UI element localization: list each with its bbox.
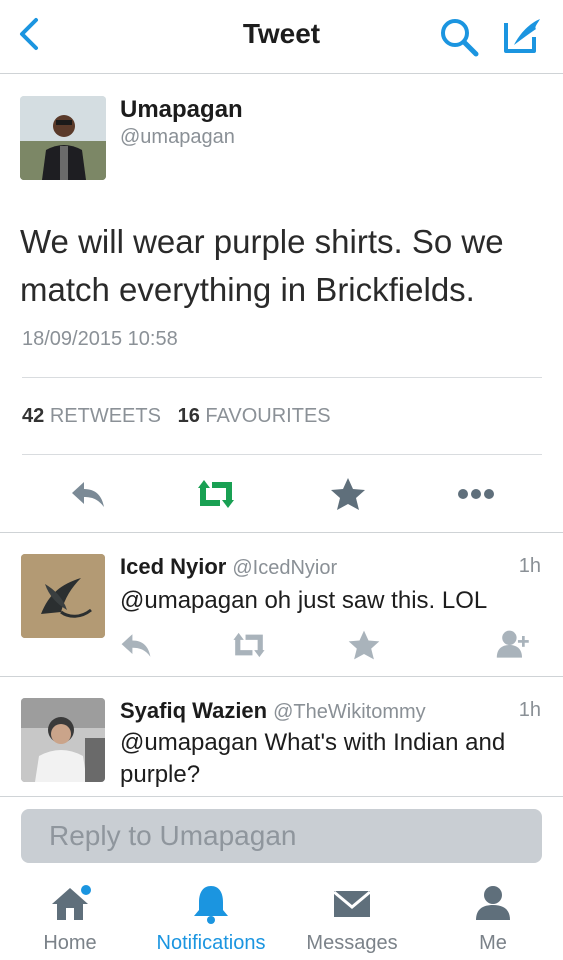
tab-me-label: Me (479, 932, 507, 954)
follow-icon (496, 630, 529, 658)
author-avatar[interactable] (20, 96, 106, 180)
reply-actions (0, 627, 563, 663)
favourites-stat[interactable]: 16 FAVOURITES (178, 405, 331, 427)
reply-author-name: Iced Nyior (120, 554, 227, 579)
tweet-author: Umapagan @umapagan (0, 74, 563, 194)
more-icon (458, 489, 494, 499)
reply-button[interactable] (68, 474, 108, 514)
tab-home-label: Home (43, 932, 97, 954)
reply-avatar[interactable] (21, 698, 105, 782)
reply-bar (0, 796, 563, 876)
reply-text: @umapagan oh just saw this. LOL (120, 587, 488, 614)
favourites-label: FAVOURITES (205, 405, 331, 427)
reply-author-handle: @TheWikitommy (273, 701, 426, 723)
reply-avatar[interactable] (21, 554, 105, 638)
tab-notifications[interactable]: Notifications (148, 882, 274, 958)
tab-messages-label: Messages (306, 932, 398, 954)
reply-item[interactable]: Syafiq Wazien @TheWikitommy 1h @umapagan … (0, 677, 563, 796)
author-name[interactable]: Umapagan (120, 96, 243, 124)
divider (22, 454, 542, 455)
follow-button[interactable] (494, 627, 530, 663)
compose-icon (504, 19, 540, 53)
reply-button[interactable] (118, 627, 154, 663)
home-icon (52, 885, 91, 920)
compose-button[interactable] (500, 15, 546, 57)
tab-bar: Home Notifications Messages Me (0, 876, 563, 960)
divider (22, 377, 542, 378)
reply-author-name: Syafiq Wazien (120, 698, 268, 723)
tab-messages[interactable]: Messages (300, 882, 404, 958)
navigation-bar: Tweet (0, 0, 563, 74)
retweet-icon (198, 480, 234, 508)
reply-author[interactable]: Syafiq Wazien @TheWikitommy (120, 698, 426, 724)
envelope-icon (333, 890, 371, 917)
tweet-stats: 42 RETWEETS 16 FAVOURITES (22, 405, 331, 428)
favourite-button[interactable] (328, 474, 368, 514)
retweet-button[interactable] (230, 627, 266, 663)
bell-icon (194, 886, 228, 924)
tab-me[interactable]: Me (466, 882, 520, 958)
reply-text: @umapagan What's with Indian and purple? (120, 729, 506, 788)
tab-notifications-label: Notifications (156, 932, 266, 954)
tab-home[interactable]: Home (30, 882, 110, 958)
reply-author[interactable]: Iced Nyior @IcedNyior (120, 554, 337, 580)
reply-author-handle: @IcedNyior (232, 557, 338, 579)
reply-time: 1h (518, 555, 541, 577)
favourite-icon (348, 630, 380, 660)
favourites-count: 16 (177, 405, 200, 427)
tweet-text: We will wear purple shirts. So we match … (20, 223, 504, 308)
more-button[interactable] (456, 474, 496, 514)
person-icon (476, 886, 510, 920)
retweet-icon (233, 632, 265, 658)
retweets-stat[interactable]: 42 RETWEETS (22, 405, 161, 427)
retweet-button[interactable] (194, 474, 234, 514)
reply-icon (121, 634, 151, 657)
author-handle[interactable]: @umapagan (120, 126, 235, 149)
retweets-count: 42 (22, 405, 45, 427)
favourite-button[interactable] (346, 627, 382, 663)
reply-icon (72, 482, 104, 507)
reply-input[interactable] (21, 809, 542, 863)
tweet-actions (0, 470, 563, 516)
search-icon (441, 19, 479, 57)
retweets-label: RETWEETS (49, 405, 161, 427)
search-button[interactable] (438, 16, 480, 58)
reply-time: 1h (518, 699, 541, 721)
favourite-icon (331, 478, 365, 510)
tweet-timestamp: 18/09/2015 10:58 (22, 328, 178, 350)
reply-item[interactable]: Iced Nyior @IcedNyior 1h @umapagan oh jus… (0, 533, 563, 676)
